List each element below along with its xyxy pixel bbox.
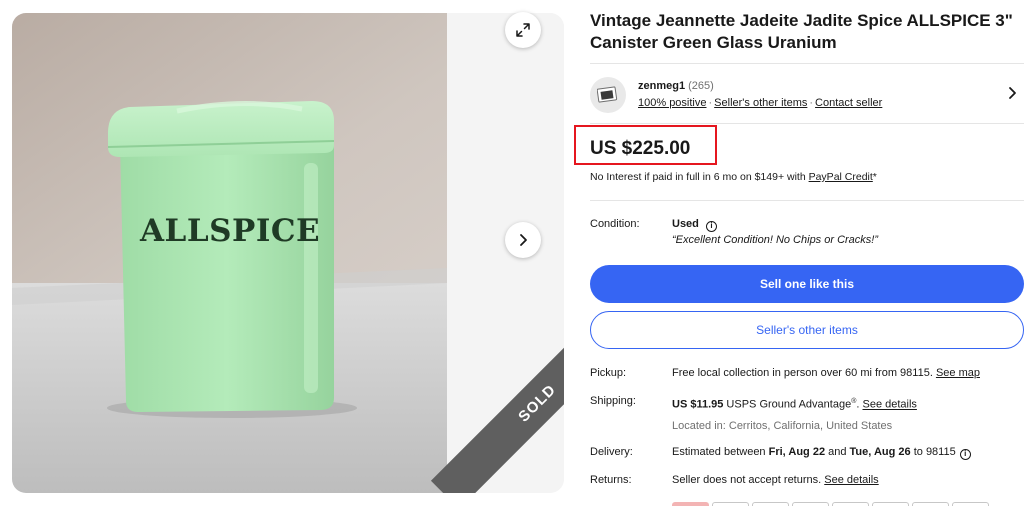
pickup-value: Free local collection in person over 60 …: [672, 365, 980, 381]
delivery-end: Tue, Aug 26: [849, 446, 911, 458]
expand-image-button[interactable]: [505, 12, 541, 48]
returns-text: Seller does not accept returns.: [672, 474, 825, 486]
sellers-other-items-button[interactable]: Seller's other items: [590, 311, 1024, 349]
jar-label-text: ALLSPICE: [140, 213, 321, 249]
shipping-label: Shipping:: [590, 395, 636, 407]
payment-method-badge: [832, 502, 869, 506]
financing-asterisk: *: [872, 171, 877, 183]
see-map-link[interactable]: See map: [936, 367, 980, 379]
pickup-label: Pickup:: [590, 367, 627, 379]
seller-feedback-count: (265): [688, 80, 714, 92]
returns-see-details-link[interactable]: See details: [824, 474, 878, 486]
shipping-service: USPS Ground Advantage: [723, 398, 852, 411]
info-icon[interactable]: i: [959, 448, 971, 460]
payment-method-badge: [952, 502, 989, 506]
product-photo[interactable]: ALLSPICE: [12, 13, 447, 493]
payment-method-badge: [872, 502, 909, 506]
divider: [590, 200, 1024, 201]
returns-label: Returns:: [590, 474, 632, 486]
sell-one-like-this-button[interactable]: Sell one like this: [590, 265, 1024, 303]
returns-value: Seller does not accept returns. See deta…: [672, 472, 879, 488]
delivery-suffix: to 98115: [910, 446, 956, 458]
item-price: US $225.00: [590, 138, 691, 159]
chevron-right-icon: [520, 234, 527, 246]
financing-note: No Interest if paid in full in 6 mo on $…: [590, 171, 877, 183]
divider: [590, 63, 1024, 64]
delivery-start: Fri, Aug 22: [768, 446, 826, 458]
payment-method-badge: [712, 502, 749, 506]
seller-positive-link[interactable]: 100% positive: [638, 97, 707, 109]
condition-value: Used: [672, 218, 699, 230]
listing-title: Vintage Jeannette Jadeite Jadite Spice A…: [590, 11, 1013, 52]
contact-seller-link[interactable]: Contact seller: [815, 97, 882, 109]
next-image-button[interactable]: [505, 222, 541, 258]
shipping-value: US $11.95 USPS Ground Advantage®. See de…: [672, 394, 917, 434]
payment-method-badge: [752, 502, 789, 506]
seller-card[interactable]: zenmeg1 (265) 100% positive · Seller's oth…: [590, 74, 1024, 116]
divider: [590, 123, 1024, 124]
chevron-right-icon[interactable]: [1006, 86, 1018, 100]
avatar-photo-icon: [597, 86, 618, 103]
payment-method-badge: [792, 502, 829, 506]
condition-note: “Excellent Condition! No Chips or Cracks…: [672, 234, 879, 246]
delivery-value: Estimated between Fri, Aug 22 and Tue, A…: [672, 444, 971, 460]
condition-value-block: Used i “Excellent Condition! No Chips or…: [672, 216, 878, 248]
seller-other-items-link[interactable]: Seller's other items: [714, 97, 807, 109]
delivery-prefix: Estimated between: [672, 446, 769, 458]
payment-method-badge: [912, 502, 949, 506]
pickup-text: Free local collection in person over 60 …: [672, 367, 936, 379]
shipping-cost: US $11.95: [672, 398, 724, 411]
expand-arrows-icon: [516, 23, 530, 37]
info-icon[interactable]: i: [705, 220, 717, 232]
seller-avatar[interactable]: [590, 77, 626, 113]
condition-label: Condition:: [590, 218, 640, 230]
seller-name[interactable]: zenmeg1: [638, 80, 685, 92]
delivery-label: Delivery:: [590, 446, 633, 458]
payment-method-badge: [672, 502, 709, 506]
image-gallery: ALLSPICE SOLD: [12, 13, 564, 493]
item-location: Located in: Cerritos, California, United…: [672, 419, 893, 432]
paypal-credit-link[interactable]: PayPal Credit: [809, 171, 873, 183]
payment-methods-strip: [672, 502, 989, 506]
shipping-see-details-link[interactable]: See details: [862, 399, 916, 411]
delivery-and: and: [825, 446, 850, 458]
financing-text: No Interest if paid in full in 6 mo on $…: [590, 171, 809, 183]
